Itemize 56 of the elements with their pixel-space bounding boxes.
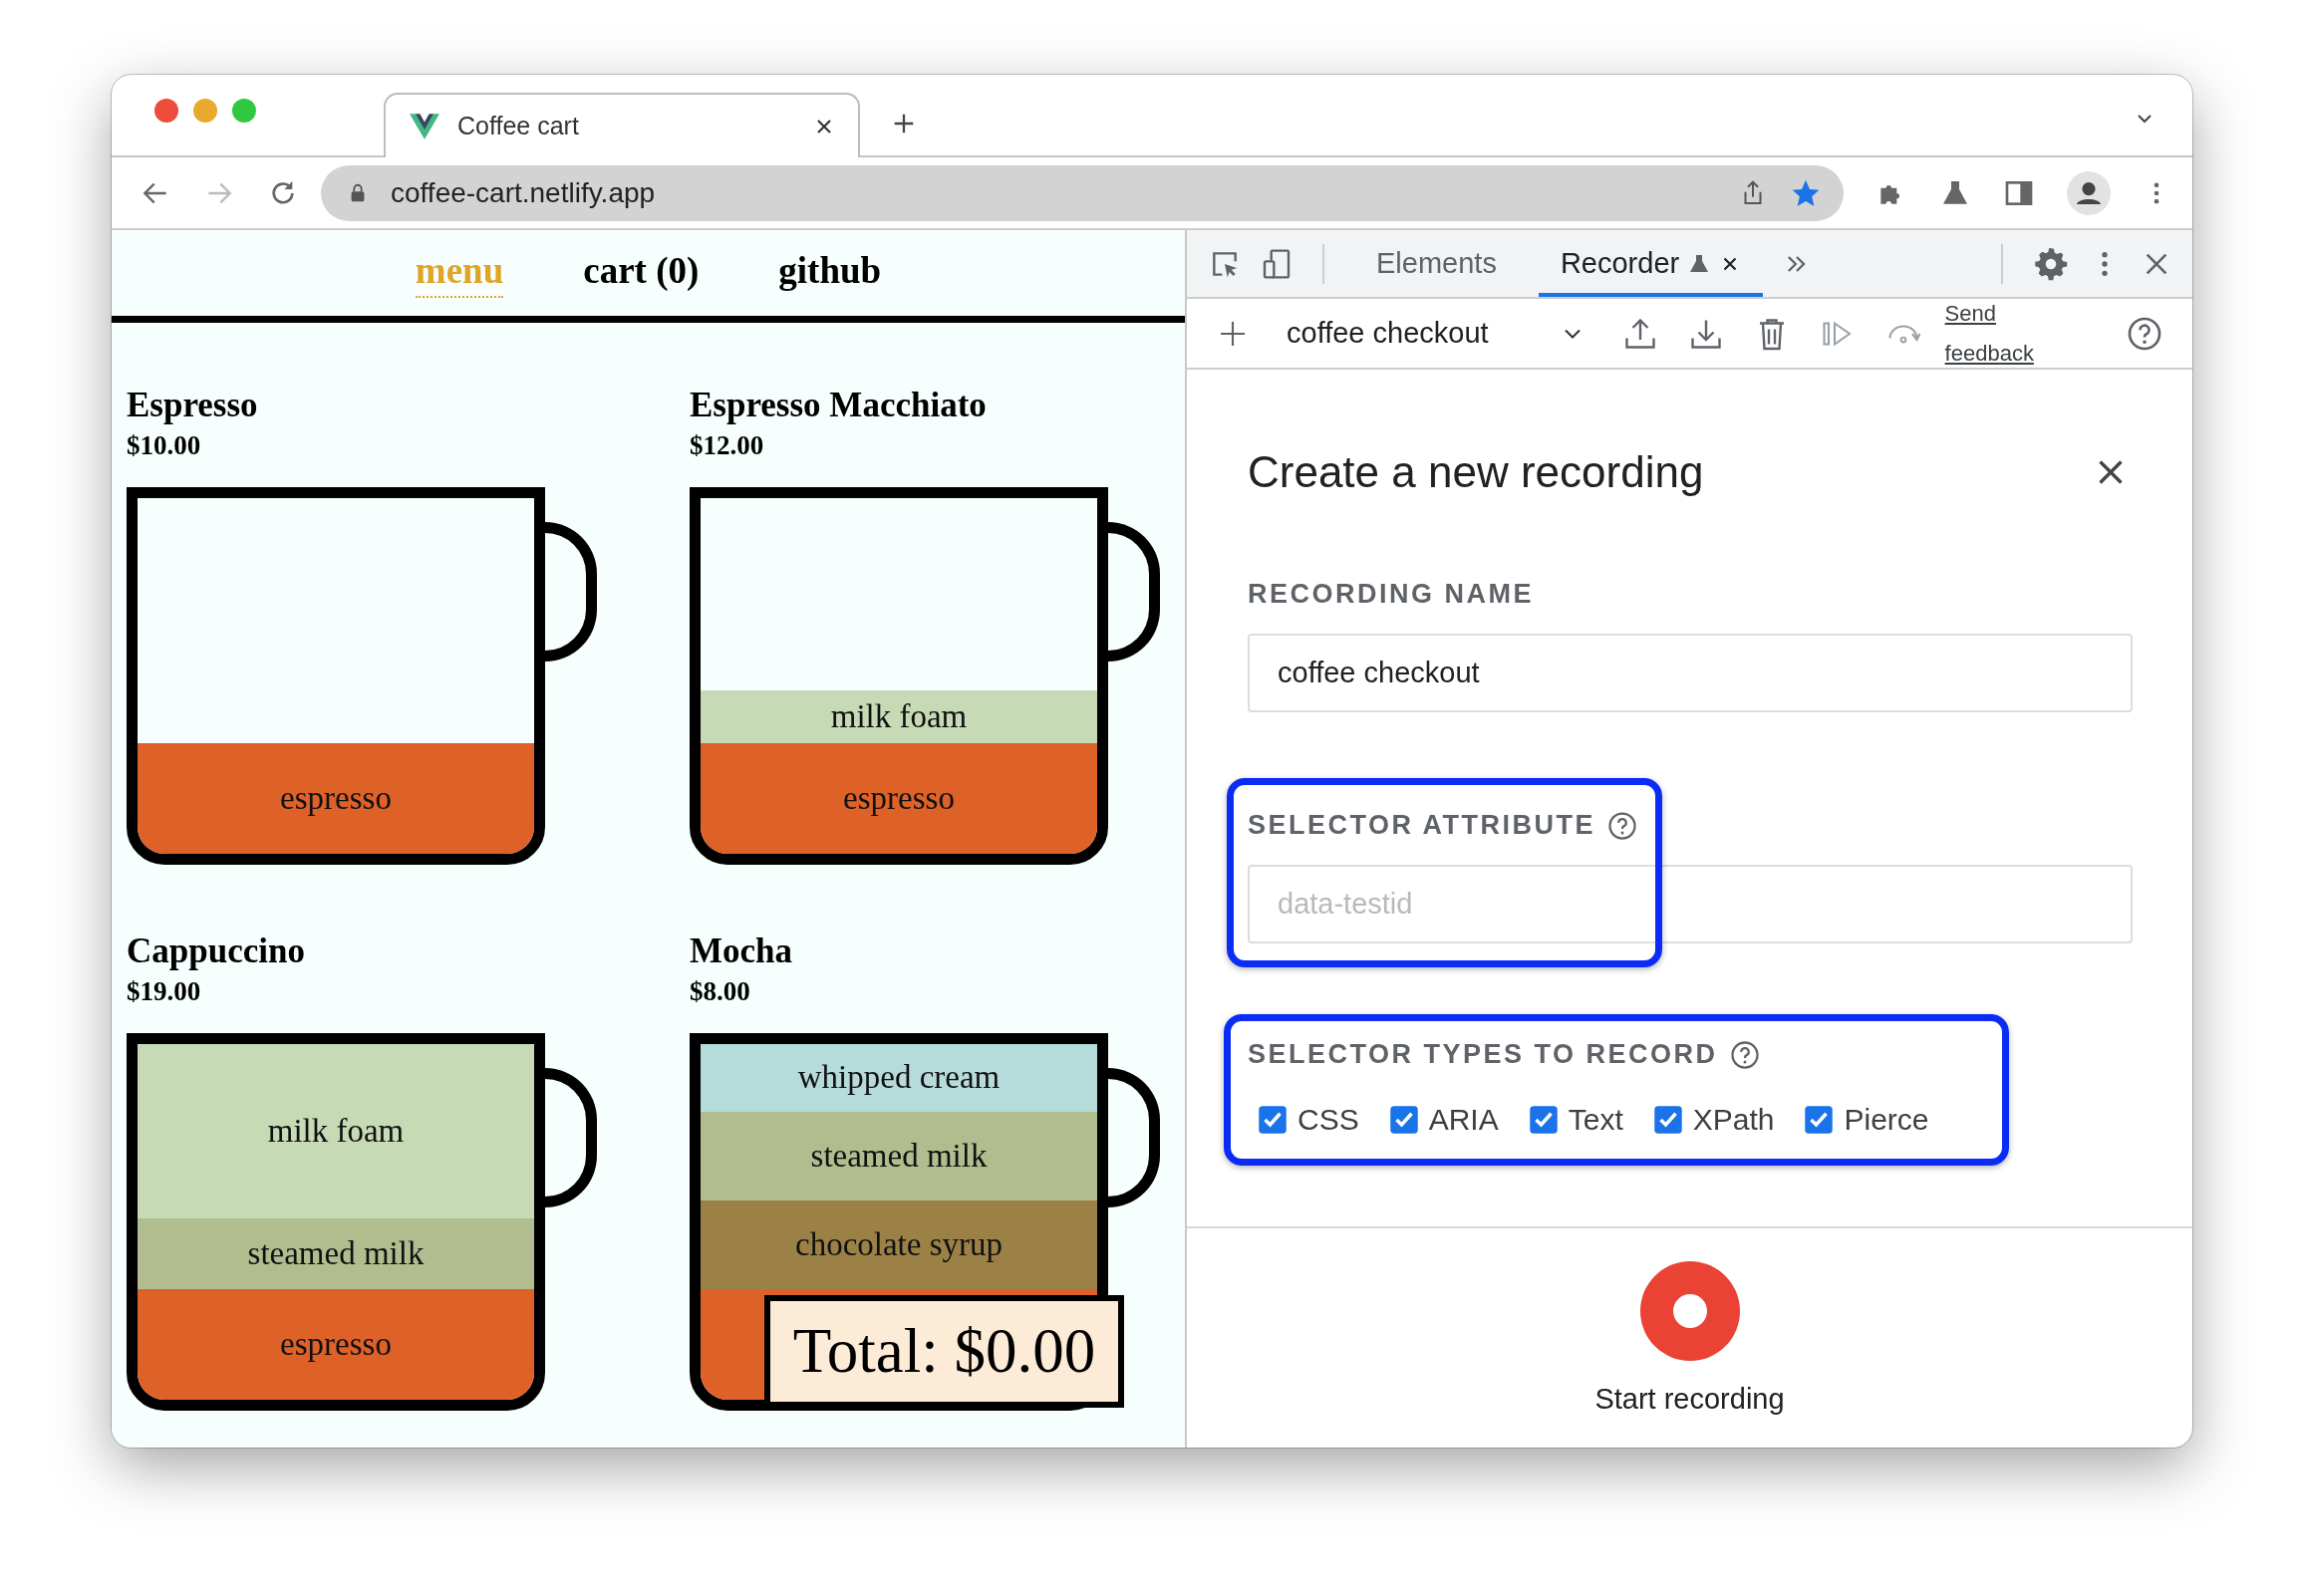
dialog-title: Create a new recording [1248,447,1704,497]
field-label: SELECTOR ATTRIBUTE [1248,810,1595,841]
recording-name-field[interactable]: coffee checkout [1248,634,2133,712]
cart-total-tooltip[interactable]: Total: $0.00 [764,1295,1124,1408]
recording-dropdown[interactable]: coffee checkout [1287,317,1586,350]
v-logo-icon [410,113,439,139]
ingredient-layer: espresso [138,1289,534,1400]
help-icon[interactable] [1729,1039,1760,1070]
ingredient-layer: whipped cream [701,1044,1097,1112]
ingredient-layer: espresso [701,743,1097,854]
checkbox-label: Text [1568,1103,1623,1137]
start-recording-label: Start recording [1594,1382,1785,1416]
checkbox[interactable] [1528,1105,1559,1135]
checkbox-label: XPath [1692,1103,1775,1137]
selector-attribute-field[interactable]: data-testid [1248,865,2133,943]
coffee-name: Espresso Macchiato [690,385,988,426]
close-window-button[interactable] [154,98,178,123]
coffee-mug[interactable]: milk foam espresso [690,487,1108,865]
checkbox-label: CSS [1297,1103,1359,1137]
ingredient-layer: steamed milk [701,1111,1097,1201]
tab-title: Coffee cart [457,112,580,140]
device-toolbar-icon[interactable] [1261,247,1293,280]
browser-tab[interactable]: Coffee cart [384,93,860,157]
nav-link[interactable]: cart (0) [583,248,700,298]
checkbox-label: ARIA [1428,1103,1499,1137]
coffee-mug[interactable]: milk foam steamed milk espresso [127,1033,545,1411]
coffee-price: $10.00 [127,429,202,462]
coffee-mug[interactable]: espresso [127,487,545,865]
ingredient-layer: espresso [138,743,534,854]
checkbox[interactable] [1258,1105,1288,1135]
url-text: coffee-cart.netlify.app [391,176,656,209]
devtools-tab[interactable]: Recorder [1538,230,1764,297]
send-feedback-link[interactable]: Send feedback [1944,293,2045,374]
coffee-price: $12.00 [690,429,765,462]
profile-avatar-icon[interactable] [2067,170,2111,215]
ingredient-layer: milk foam [138,1044,534,1218]
coffee-name: Cappuccino [127,931,306,972]
checkbox[interactable] [1804,1105,1835,1135]
nav-link[interactable]: github [778,248,882,298]
field-label: SELECTOR TYPES TO RECORD [1248,1039,1718,1070]
address-bar[interactable]: coffee-cart.netlify.app [321,164,1844,221]
coffee-name: Espresso [127,385,259,426]
coffee-price: $8.00 [690,975,751,1008]
checkbox[interactable] [1388,1105,1419,1135]
settings-icon[interactable] [2033,245,2069,282]
ingredient-layer: steamed milk [138,1217,534,1290]
coffee-price: $19.00 [127,975,202,1008]
checkbox-label: Pierce [1844,1103,1929,1137]
field-label: RECORDING NAME [1248,579,1535,610]
ingredient-layer: milk foam [701,689,1097,744]
checkbox[interactable] [1652,1105,1683,1135]
help-icon[interactable] [2127,315,2162,352]
devtools-tab[interactable]: Elements [1354,230,1519,297]
help-icon[interactable] [1607,810,1637,841]
ingredient-layer: chocolate syrup [701,1200,1097,1290]
coffee-name: Mocha [690,931,794,972]
